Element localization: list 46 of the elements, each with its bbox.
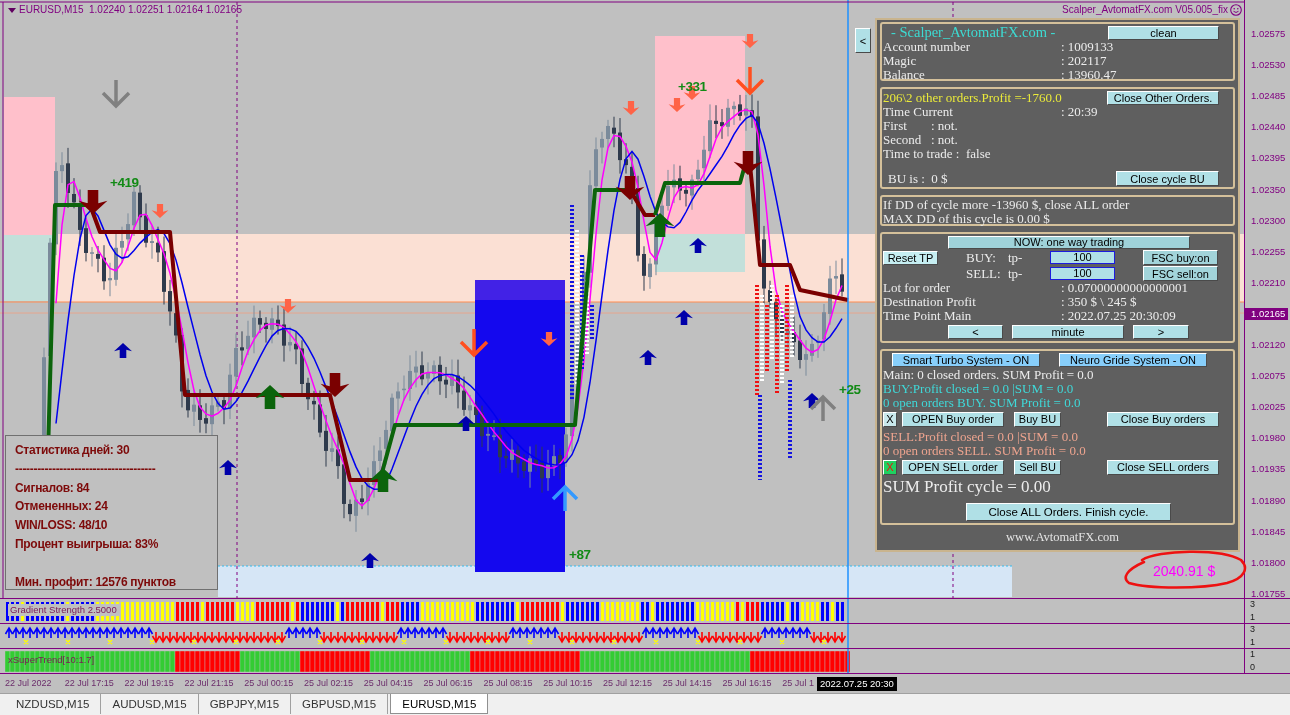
price-label: 1.01935	[1251, 463, 1286, 476]
time-label: 22 Jul 17:15	[64, 678, 115, 689]
chart-tab[interactable]: GBPJPY,M15	[198, 694, 292, 714]
time-label: 25 Jul 10:15	[543, 678, 594, 689]
time-label: 25 Jul 04:15	[363, 678, 414, 689]
time-label: 25 Jul 06:15	[423, 678, 474, 689]
price-label: 1.02395	[1251, 152, 1286, 165]
price-label: 1.01845	[1251, 525, 1286, 538]
price-label: 1.01755	[1251, 587, 1286, 600]
axis-label: 0	[1250, 662, 1255, 673]
price-label: 1.02210	[1251, 276, 1286, 289]
price-label: 1.02025	[1251, 401, 1286, 414]
axis-label: 3	[1250, 599, 1255, 610]
indicator-label: Gradient Strength 2.5000	[8, 604, 119, 616]
price-label: 1.02485	[1251, 90, 1286, 103]
price-label: 1.01800	[1251, 556, 1286, 569]
chart-tab[interactable]: EURUSD,M15	[390, 694, 489, 714]
cursor-time-label: 2022.07.25 20:30	[816, 676, 897, 691]
price-label: 1.01980	[1251, 432, 1286, 445]
time-label: 25 Jul 16:15	[722, 678, 773, 689]
chart-tab[interactable]: AUDUSD,M15	[101, 694, 199, 714]
time-label: 25 Jul 00:15	[244, 678, 295, 689]
time-label: 25 Jul 02:15	[304, 678, 355, 689]
chart-tab[interactable]: GBPUSD,M15	[291, 694, 389, 714]
price-label: 1.02120	[1251, 339, 1286, 351]
price-label: 1.01890	[1251, 494, 1286, 507]
price-label: 1.02350	[1251, 183, 1286, 196]
price-label: 1.02575	[1251, 28, 1286, 40]
axis-label: 1	[1250, 637, 1255, 648]
time-label: 25 Jul 08:15	[483, 678, 534, 689]
price-label: 1.02075	[1251, 370, 1286, 383]
time-label: 25 Jul 14:15	[662, 678, 713, 689]
time-label: 25 Jul 1	[782, 678, 814, 689]
time-label: 22 Jul 21:15	[184, 678, 235, 689]
price-label: 1.02165	[1245, 307, 1289, 320]
time-label: 25 Jul 12:15	[602, 678, 653, 689]
axis-label: 1	[1250, 649, 1255, 660]
price-label: 1.02440	[1251, 121, 1286, 134]
time-label: 22 Jul 2022	[5, 678, 53, 689]
price-label: 1.02255	[1251, 245, 1286, 258]
price-label: 1.02300	[1251, 214, 1286, 227]
axis-label: 1	[1250, 612, 1255, 623]
chart-tab[interactable]: NZDUSD,M15	[5, 694, 102, 714]
price-label: 1.02530	[1251, 59, 1286, 72]
time-label: 22 Jul 19:15	[124, 678, 175, 689]
axis-label: 3	[1250, 624, 1255, 635]
